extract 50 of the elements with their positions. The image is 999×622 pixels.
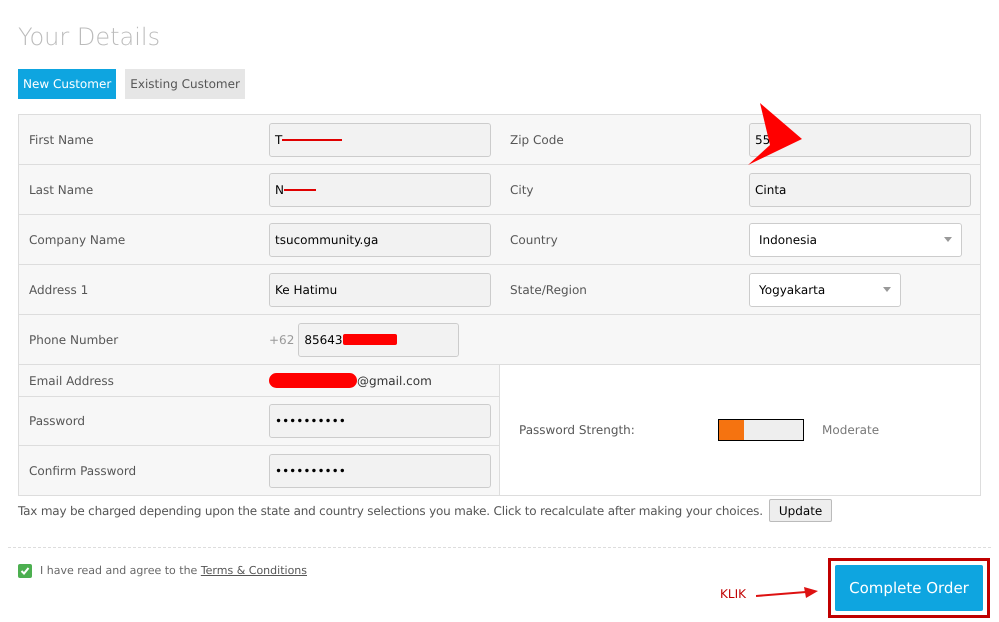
agree-text: I have read and agree to the Terms & Conditions <box>40 563 307 579</box>
input-value: N <box>275 182 284 198</box>
strength-reading: Moderate <box>822 422 880 439</box>
phone-prefix: +62 <box>269 332 294 348</box>
update-button[interactable]: Update <box>768 499 832 522</box>
annotation-label: KLIK <box>720 586 746 603</box>
input-field[interactable]: N <box>269 172 491 206</box>
terms-link[interactable]: Terms & Conditions <box>200 564 307 577</box>
field-label: Country <box>509 232 559 248</box>
input-field[interactable]: •••••••••• <box>269 454 491 488</box>
caret-icon <box>944 237 952 242</box>
field-label: Email Address <box>28 372 115 390</box>
tax-note: Tax may be charged depending upon the state and country selections you make. Click to recalculate after making your choices. <box>18 502 763 520</box>
input-value: Ke Hatimu <box>275 282 338 298</box>
checkbox[interactable] <box>18 564 32 578</box>
field-label: State/Region <box>509 282 588 298</box>
input-field[interactable]: tsucommunity.ga <box>269 222 491 256</box>
field-label: Password <box>28 413 86 430</box>
field-label: First Name <box>28 132 94 148</box>
input-field[interactable]: •••••••••• <box>269 404 491 438</box>
input-value: T <box>275 132 282 148</box>
input-value: tsucommunity.ga <box>275 232 378 248</box>
field-label: Company Name <box>28 232 126 248</box>
input-value: •••••••••• <box>275 462 346 480</box>
field-label: City <box>509 182 535 198</box>
input-value: 85643 <box>304 332 343 348</box>
input-value: 55 <box>755 132 770 148</box>
input-value: •••••••••• <box>275 413 346 430</box>
select-value: Indonesia <box>759 232 818 248</box>
arrow-icon <box>748 103 802 165</box>
select-field[interactable]: Yogyakarta <box>749 272 901 306</box>
select-value: Yogyakarta <box>759 282 826 298</box>
field-label: Address 1 <box>28 282 90 298</box>
field-label: Confirm Password <box>28 462 138 480</box>
page-title: Your Details <box>18 22 162 52</box>
input-field[interactable]: Ke Hatimu <box>269 272 491 306</box>
caret-icon <box>883 287 891 292</box>
field-label: Phone Number <box>28 332 120 348</box>
field-label: Password Strength: <box>519 422 636 439</box>
field-label: Zip Code <box>509 132 565 148</box>
input-field[interactable]: 55 <box>749 122 971 156</box>
input-field[interactable]: Cinta <box>749 172 971 206</box>
arrow-icon <box>756 587 818 601</box>
input-value: Cinta <box>755 182 786 198</box>
tab[interactable]: Existing Customer <box>125 69 245 99</box>
select-field[interactable]: Indonesia <box>749 222 962 256</box>
field-label: Last Name <box>28 182 94 198</box>
email-value: @gmail.com <box>357 372 432 390</box>
input-field[interactable]: T <box>269 122 491 156</box>
input-field[interactable]: 85643 <box>298 322 460 356</box>
